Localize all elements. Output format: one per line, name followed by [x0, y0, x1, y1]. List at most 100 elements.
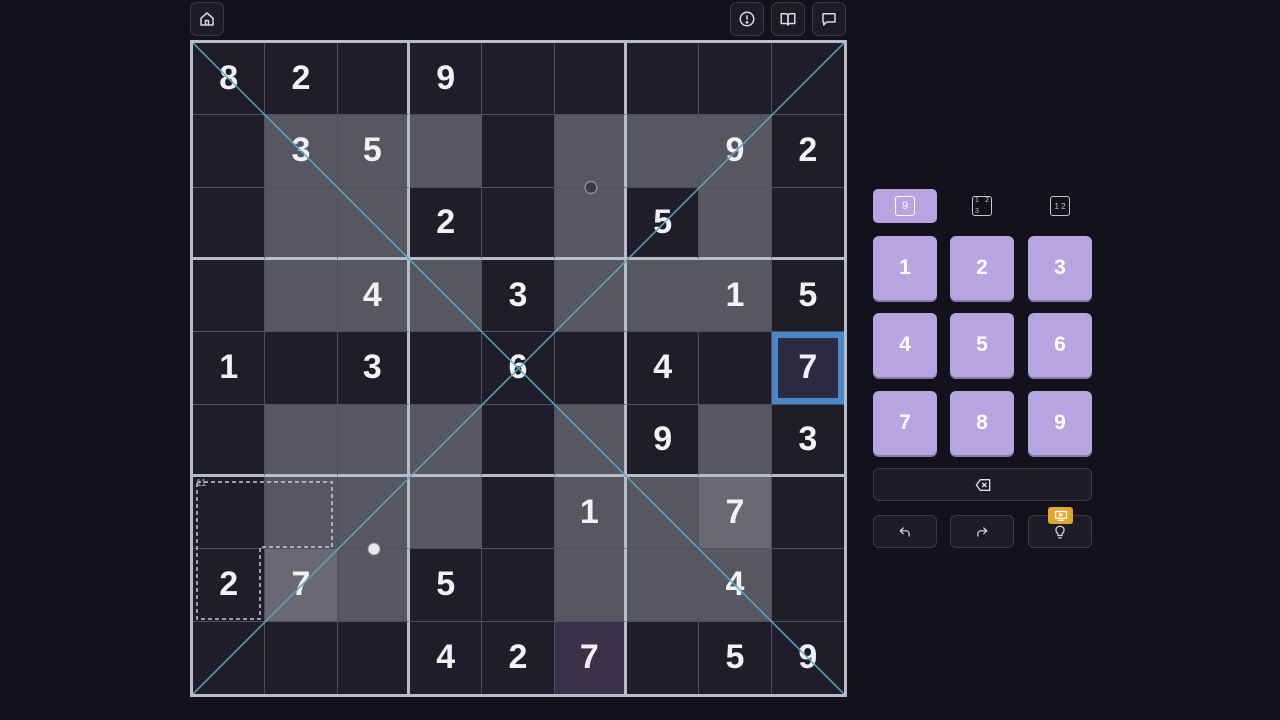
cell-r6c9[interactable]: 3 — [771, 405, 844, 477]
cell-r1c7[interactable] — [627, 43, 700, 116]
cell-r8c7[interactable] — [627, 549, 700, 622]
cell-r8c3[interactable] — [337, 549, 410, 622]
undo-button[interactable] — [873, 515, 937, 548]
cell-r9c9[interactable]: 9 — [772, 622, 844, 694]
cell-r8c6[interactable] — [554, 549, 627, 622]
cell-r8c1[interactable]: 2 — [193, 549, 266, 622]
cell-r5c8[interactable] — [699, 332, 772, 405]
delete-button[interactable] — [873, 468, 1092, 501]
cell-r8c2[interactable]: 7 — [265, 549, 338, 622]
cell-r8c4[interactable]: 5 — [410, 549, 483, 622]
cell-r9c1[interactable] — [193, 621, 266, 694]
cell-r6c3[interactable] — [337, 404, 410, 477]
cell-r5c4[interactable] — [410, 332, 483, 405]
digit-button-7[interactable]: 7 — [873, 391, 937, 455]
cell-r8c5[interactable] — [482, 549, 555, 622]
cell-r9c2[interactable] — [265, 621, 338, 694]
cell-r6c6[interactable] — [554, 404, 627, 477]
corner-mode-button[interactable]: 1 2 3 — [950, 189, 1014, 223]
rules-button[interactable] — [771, 2, 805, 36]
comments-button[interactable] — [812, 2, 846, 36]
cell-r3c6[interactable] — [554, 187, 627, 260]
info-button[interactable] — [730, 2, 764, 36]
cell-r4c6[interactable] — [554, 260, 627, 333]
cell-r6c8[interactable] — [699, 404, 772, 477]
cell-r2c1[interactable] — [193, 115, 266, 188]
cell-r4c1[interactable] — [193, 260, 266, 333]
cell-r1c5[interactable] — [482, 43, 555, 116]
cell-r5c3[interactable]: 3 — [337, 332, 410, 405]
cell-r1c6[interactable] — [554, 43, 627, 116]
center-mode-button[interactable]: 1 2 — [1028, 189, 1092, 223]
cell-r5c7[interactable]: 4 — [627, 332, 700, 405]
cell-r9c5[interactable]: 2 — [482, 621, 555, 694]
cell-r5c9[interactable]: 7 — [771, 332, 844, 405]
cell-r2c3[interactable]: 5 — [337, 115, 410, 188]
video-hint-badge[interactable] — [1048, 507, 1073, 524]
cell-r3c9[interactable] — [771, 188, 844, 260]
cell-r1c8[interactable] — [699, 43, 772, 116]
cell-r2c6[interactable] — [554, 115, 627, 188]
cell-r5c5[interactable]: 6 — [482, 332, 555, 405]
digit-button-5[interactable]: 5 — [950, 313, 1014, 377]
cell-r2c5[interactable] — [482, 115, 555, 188]
cell-r6c4[interactable] — [410, 404, 483, 477]
cell-r8c8[interactable]: 4 — [699, 549, 772, 622]
cell-r2c2[interactable]: 3 — [265, 115, 338, 188]
cell-r7c5[interactable] — [482, 477, 555, 550]
cell-r3c1[interactable] — [193, 187, 266, 260]
cell-r4c2[interactable] — [265, 260, 338, 333]
cell-r2c9[interactable]: 2 — [771, 115, 844, 188]
cell-r4c3[interactable]: 4 — [337, 260, 410, 333]
cell-r1c3[interactable] — [337, 43, 410, 116]
cell-r7c3[interactable] — [337, 477, 410, 550]
cell-r4c5[interactable]: 3 — [482, 260, 555, 333]
cell-r5c6[interactable] — [554, 332, 627, 405]
cell-r3c2[interactable] — [265, 187, 338, 260]
cell-r4c9[interactable]: 5 — [771, 260, 844, 333]
cell-r6c7[interactable]: 9 — [627, 404, 700, 477]
cell-r7c4[interactable] — [410, 477, 483, 550]
cell-r2c7[interactable] — [627, 115, 700, 188]
digit-button-4[interactable]: 4 — [873, 313, 937, 377]
cell-r3c4[interactable]: 2 — [410, 187, 483, 260]
cell-r5c1[interactable]: 1 — [193, 332, 266, 405]
cell-r7c2[interactable] — [265, 477, 338, 550]
cell-r7c7[interactable] — [627, 477, 700, 550]
cell-r6c2[interactable] — [265, 404, 338, 477]
cell-r1c4[interactable]: 9 — [410, 43, 483, 116]
cell-r5c2[interactable] — [265, 332, 338, 405]
cell-r4c7[interactable] — [627, 260, 700, 333]
cell-r6c5[interactable] — [482, 404, 555, 477]
cell-r1c1[interactable]: 8 — [193, 43, 266, 116]
cell-r7c1[interactable]: 11 — [193, 477, 266, 550]
digit-button-2[interactable]: 2 — [950, 236, 1014, 300]
home-button[interactable] — [190, 2, 224, 36]
cell-r8c9[interactable] — [771, 549, 844, 622]
normal-mode-button[interactable]: 9 — [873, 189, 937, 223]
cell-r2c4[interactable] — [410, 115, 483, 188]
cell-r4c8[interactable]: 1 — [699, 260, 772, 333]
cell-r3c7[interactable]: 5 — [627, 187, 700, 260]
digit-button-6[interactable]: 6 — [1028, 313, 1092, 377]
cell-r7c9[interactable] — [771, 477, 844, 550]
digit-button-1[interactable]: 1 — [873, 236, 937, 300]
cell-r3c5[interactable] — [482, 187, 555, 260]
cell-r1c9[interactable] — [771, 43, 844, 116]
redo-button[interactable] — [950, 515, 1014, 548]
cell-r9c4[interactable]: 4 — [410, 621, 483, 694]
digit-button-8[interactable]: 8 — [950, 391, 1014, 455]
cell-r7c8[interactable]: 7 — [699, 477, 772, 550]
cell-r9c7[interactable] — [627, 621, 700, 694]
cell-r9c8[interactable]: 5 — [699, 621, 772, 694]
digit-button-9[interactable]: 9 — [1028, 391, 1092, 455]
cell-r2c8[interactable]: 9 — [699, 115, 772, 188]
cell-r3c3[interactable] — [337, 187, 410, 260]
cell-r4c4[interactable] — [410, 260, 483, 333]
cell-r6c1[interactable] — [193, 404, 266, 477]
cell-r9c3[interactable] — [338, 621, 410, 694]
cell-r3c8[interactable] — [699, 187, 772, 260]
cell-r9c6[interactable]: 7 — [554, 621, 627, 694]
cell-r7c6[interactable]: 1 — [554, 477, 627, 550]
digit-button-3[interactable]: 3 — [1028, 236, 1092, 300]
